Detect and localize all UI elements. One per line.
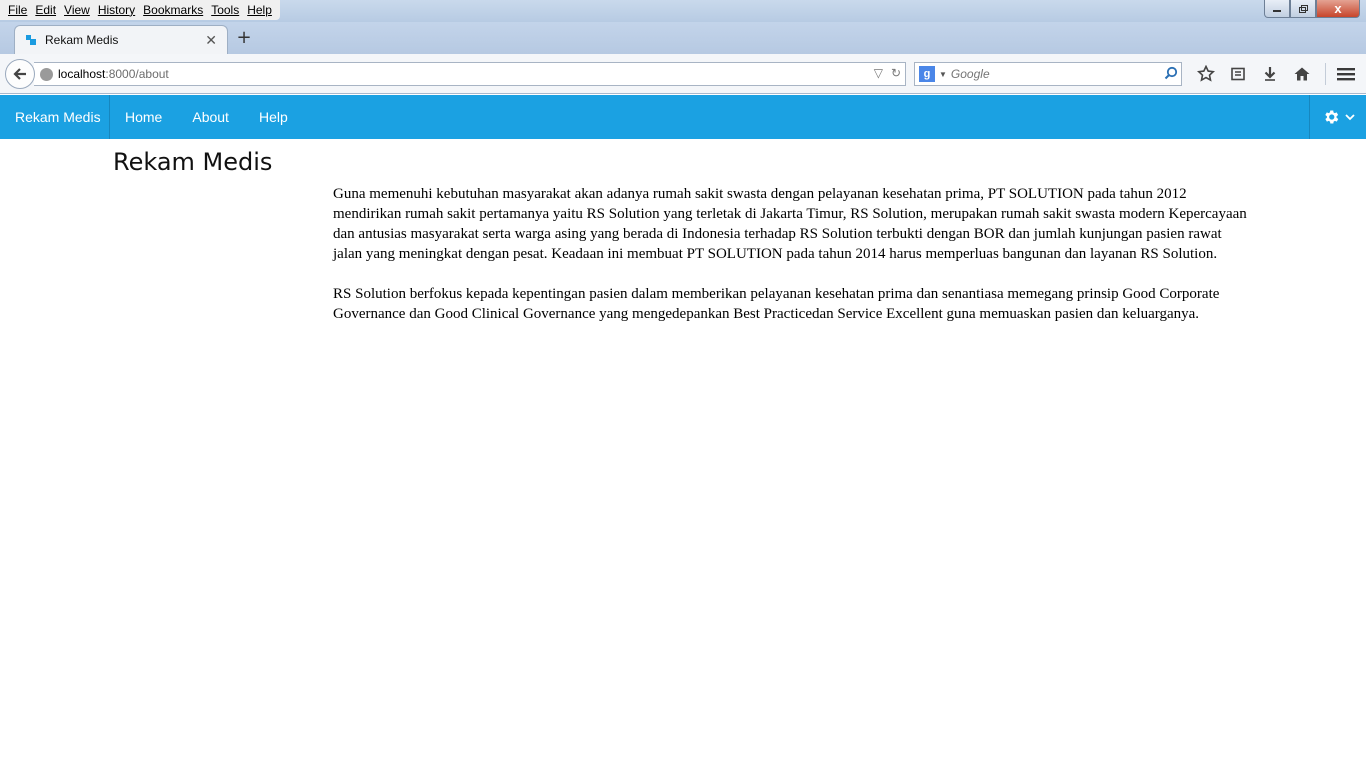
- chevron-down-icon: [1344, 114, 1355, 121]
- home-icon[interactable]: [1286, 62, 1318, 86]
- menu-bar: File Edit View History Bookmarks Tools H…: [0, 0, 280, 20]
- search-bar: g ▼: [914, 62, 1182, 86]
- dropdown-arrow-icon[interactable]: ▽: [874, 66, 883, 80]
- google-engine-icon[interactable]: g: [919, 66, 935, 82]
- menu-history[interactable]: History: [94, 0, 139, 20]
- nav-about[interactable]: About: [177, 95, 244, 139]
- bookmark-star-icon[interactable]: [1190, 62, 1222, 86]
- about-content: Guna memenuhi kebutuhan masyarakat akan …: [333, 184, 1253, 344]
- close-icon: x: [1334, 1, 1342, 16]
- tab-rekam-medis[interactable]: Rekam Medis ✕: [14, 25, 228, 54]
- url-path: :8000/about: [105, 67, 169, 81]
- menu-file[interactable]: File: [4, 0, 31, 20]
- settings-dropdown[interactable]: [1309, 95, 1366, 139]
- url-host: localhost: [58, 67, 106, 81]
- search-input[interactable]: [950, 67, 1161, 81]
- menu-help[interactable]: Help: [243, 0, 276, 20]
- tab-close-icon[interactable]: ✕: [205, 32, 217, 49]
- nav-help[interactable]: Help: [244, 95, 303, 139]
- new-tab-button[interactable]: +: [234, 28, 254, 48]
- site-navbar: Rekam Medis Home About Help: [0, 95, 1366, 139]
- maximize-button[interactable]: [1290, 0, 1316, 18]
- page-title: Rekam Medis: [113, 148, 273, 176]
- minimize-icon: [1273, 9, 1281, 12]
- toolbar-icons: [1190, 62, 1318, 86]
- toolbar-divider: [1325, 63, 1326, 85]
- back-arrow-icon: [13, 68, 26, 80]
- gear-icon: [1324, 110, 1338, 124]
- engine-dropdown-icon[interactable]: ▼: [939, 70, 947, 79]
- reload-icon[interactable]: ↻: [891, 66, 901, 80]
- menu-view[interactable]: View: [60, 0, 94, 20]
- menu-bookmarks[interactable]: Bookmarks: [139, 0, 207, 20]
- globe-icon: [40, 67, 53, 81]
- tab-title: Rekam Medis: [45, 33, 119, 47]
- download-icon[interactable]: [1254, 62, 1286, 86]
- about-paragraph-2: RS Solution berfokus kepada kepentingan …: [333, 286, 1220, 322]
- search-icon[interactable]: [1161, 66, 1181, 83]
- tab-strip: Rekam Medis ✕ +: [0, 22, 1366, 54]
- restore-icon: [1299, 4, 1308, 13]
- navbar-brand[interactable]: Rekam Medis: [0, 95, 110, 139]
- favicon-icon: [25, 34, 37, 46]
- url-bar[interactable]: localhost:8000/about ▽ ↻: [34, 62, 906, 86]
- window-controls: x: [1264, 0, 1360, 18]
- menu-hamburger-icon[interactable]: [1331, 62, 1361, 86]
- about-paragraph-1: Guna memenuhi kebutuhan masyarakat akan …: [333, 186, 1247, 262]
- url-actions: ▽ ↻: [874, 66, 901, 80]
- close-window-button[interactable]: x: [1316, 0, 1360, 18]
- menu-edit[interactable]: Edit: [31, 0, 60, 20]
- nav-home[interactable]: Home: [110, 95, 177, 139]
- back-button[interactable]: [5, 59, 35, 89]
- reading-list-icon[interactable]: [1222, 62, 1254, 86]
- browser-toolbar: localhost:8000/about ▽ ↻ g ▼: [0, 54, 1366, 94]
- minimize-button[interactable]: [1264, 0, 1290, 18]
- menu-tools[interactable]: Tools: [207, 0, 243, 20]
